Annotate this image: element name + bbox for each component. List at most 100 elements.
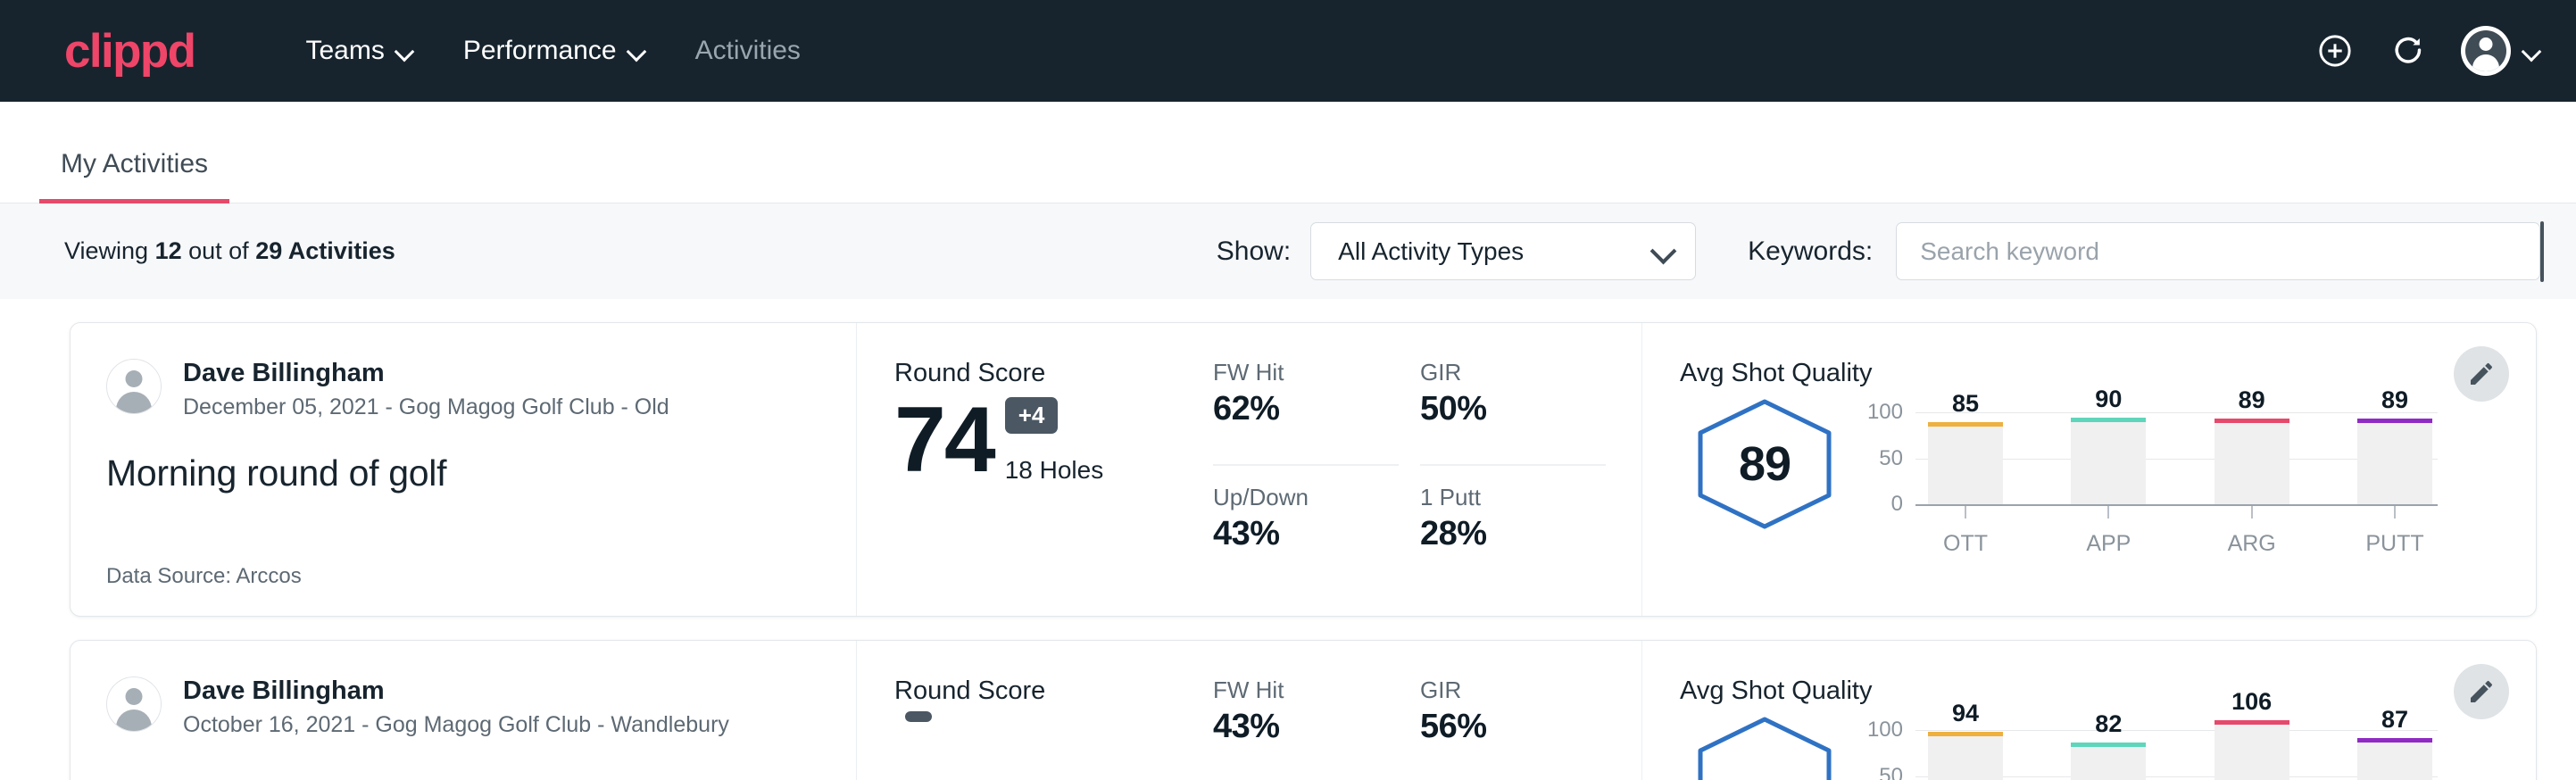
chart-bar-cap	[1928, 732, 2003, 736]
avg-shot-quality-label: Avg Shot Quality	[1680, 676, 2438, 706]
chart-bar-fill	[2215, 423, 2289, 504]
activity-card[interactable]: Dave Billingham October 16, 2021 - Gog M…	[70, 640, 2537, 780]
chart-bar: 82	[2071, 717, 2146, 780]
chart-bar: 106	[2215, 717, 2289, 780]
chart-bar-cap	[2357, 419, 2432, 423]
edit-activity-button[interactable]	[2454, 664, 2509, 719]
activity-stats: FW Hit 62% GIR 50% Up/Down 43% 1 Putt 28…	[1213, 323, 1641, 616]
activity-title: Morning round of golf	[106, 452, 820, 494]
keyword-filter: Keywords:	[1748, 222, 2540, 280]
edit-activity-button[interactable]	[2454, 346, 2509, 402]
list-view-button[interactable]	[2542, 223, 2544, 280]
chart-bar-fill	[2071, 747, 2146, 780]
refresh-button[interactable]	[2388, 30, 2429, 71]
pencil-icon	[2467, 677, 2496, 706]
chart-bar-cap	[1928, 422, 2003, 427]
activity-card[interactable]: Dave Billingham December 05, 2021 - Gog …	[70, 322, 2537, 617]
nav-label-teams: Teams	[305, 36, 384, 66]
chart-bar-value-label: 85	[1928, 390, 2003, 418]
chart-bars: 85908989	[1928, 399, 2432, 504]
holes-played: 18 Holes	[1005, 456, 1104, 486]
list-icon	[2542, 236, 2544, 266]
avg-shot-quality-label: Avg Shot Quality	[1680, 359, 2438, 388]
viewing-prefix: Viewing	[64, 237, 155, 264]
chart-y-tick-label: 100	[1867, 718, 1903, 743]
view-toggle-group	[2540, 221, 2544, 282]
chart-bar-fill	[2071, 422, 2146, 504]
chart-bar: 90	[2071, 399, 2146, 504]
round-score-label: Round Score	[894, 359, 1213, 388]
chart-bar-value-label: 106	[2215, 688, 2289, 716]
shot-quality-chart: 10050085908989 OTTAPPARGPUTT	[1849, 392, 2438, 558]
chevron-down-icon	[1652, 240, 1675, 263]
viewing-count: 12	[155, 237, 182, 264]
viewing-summary: Viewing 12 out of 29 Activities	[64, 237, 395, 265]
chart-bars: 948210687	[1928, 717, 2432, 780]
tab-bar: My Activities	[0, 102, 2576, 203]
score-to-par-badge	[905, 711, 932, 722]
chevron-down-icon	[2523, 43, 2540, 60]
chart-y-tick-label: 50	[1879, 764, 1903, 780]
pencil-icon	[2467, 360, 2496, 388]
main-nav: Teams Performance Activities	[280, 27, 825, 75]
chevron-down-icon	[628, 43, 645, 60]
chart-bar: 85	[1928, 399, 2003, 504]
plus-circle-icon	[2316, 32, 2354, 70]
chart-x-tick-label: OTT	[1928, 531, 2003, 557]
stat-fw-hit: FW Hit 43%	[1213, 676, 1399, 780]
avatar	[106, 676, 162, 732]
activity-list: Dave Billingham December 05, 2021 - Gog …	[0, 299, 2576, 780]
activity-meta: December 05, 2021 - Gog Magog Golf Club …	[183, 394, 669, 420]
chart-bar-cap	[2071, 743, 2146, 747]
viewing-total: 29 Activities	[255, 237, 395, 264]
account-menu[interactable]	[2461, 26, 2540, 76]
chart-bar-cap	[2357, 738, 2432, 743]
nav-item-activities[interactable]: Activities	[670, 27, 826, 75]
chart-x-tick-label: APP	[2071, 531, 2146, 557]
chart-bar-value-label: 89	[2215, 386, 2289, 414]
stat-label: Up/Down	[1213, 484, 1399, 511]
app-logo[interactable]: clippd	[64, 28, 195, 75]
chart-bar-cap	[2071, 418, 2146, 422]
stat-label: FW Hit	[1213, 359, 1377, 386]
stat-fw-hit: FW Hit 62%	[1213, 359, 1399, 466]
tab-my-activities[interactable]: My Activities	[39, 149, 229, 203]
chart-y-tick-label: 100	[1867, 400, 1903, 425]
stat-value: 43%	[1213, 515, 1399, 553]
search-input[interactable]	[1896, 222, 2540, 280]
stat-label: GIR	[1420, 359, 1584, 386]
add-activity-button[interactable]	[2314, 30, 2356, 71]
round-score-section: Round Score 74 +4 18 Holes	[856, 323, 1213, 616]
chart-bar-fill	[1928, 427, 2003, 504]
show-filter: Show: All Activity Types	[1217, 222, 1696, 280]
chart-bar-value-label: 89	[2357, 386, 2432, 414]
stat-value: 56%	[1420, 708, 1584, 746]
activity-data-source: Data Source: Arccos	[106, 564, 820, 589]
activity-type-select[interactable]: All Activity Types	[1310, 222, 1696, 280]
round-score-label: Round Score	[894, 676, 1213, 706]
shot-quality-value	[1693, 715, 1836, 780]
chart-x-tick: OTT	[1928, 506, 2003, 557]
stat-value: 62%	[1213, 390, 1377, 428]
chart-bar-value-label: 82	[2071, 710, 2146, 738]
shot-quality-value: 89	[1693, 397, 1836, 531]
score-to-par-badge: +4	[1005, 397, 1059, 434]
chart-bar-cap	[2215, 419, 2289, 423]
chart-bar-fill	[2357, 743, 2432, 780]
stat-label: 1 Putt	[1420, 484, 1606, 511]
chart-plot-area: 100500948210687	[1915, 717, 2438, 780]
chart-bar-value-label: 94	[1928, 700, 2003, 727]
activity-type-value: All Activity Types	[1338, 237, 1652, 266]
filter-bar: Viewing 12 out of 29 Activities Show: Al…	[0, 203, 2576, 299]
chart-bar-value-label: 90	[2071, 386, 2146, 413]
chart-x-axis: OTTAPPARGPUTT	[1915, 506, 2438, 558]
nav-item-teams[interactable]: Teams	[280, 27, 437, 75]
nav-item-performance[interactable]: Performance	[438, 27, 670, 75]
stat-value: 50%	[1420, 390, 1584, 428]
chart-y-tick-label: 0	[1891, 492, 1903, 517]
app-header: clippd Teams Performance Activities	[0, 0, 2576, 102]
chart-x-tick-label: PUTT	[2357, 531, 2432, 557]
chart-bar-fill	[1928, 736, 2003, 780]
chart-bar: 87	[2357, 717, 2432, 780]
stat-label: GIR	[1420, 676, 1584, 704]
